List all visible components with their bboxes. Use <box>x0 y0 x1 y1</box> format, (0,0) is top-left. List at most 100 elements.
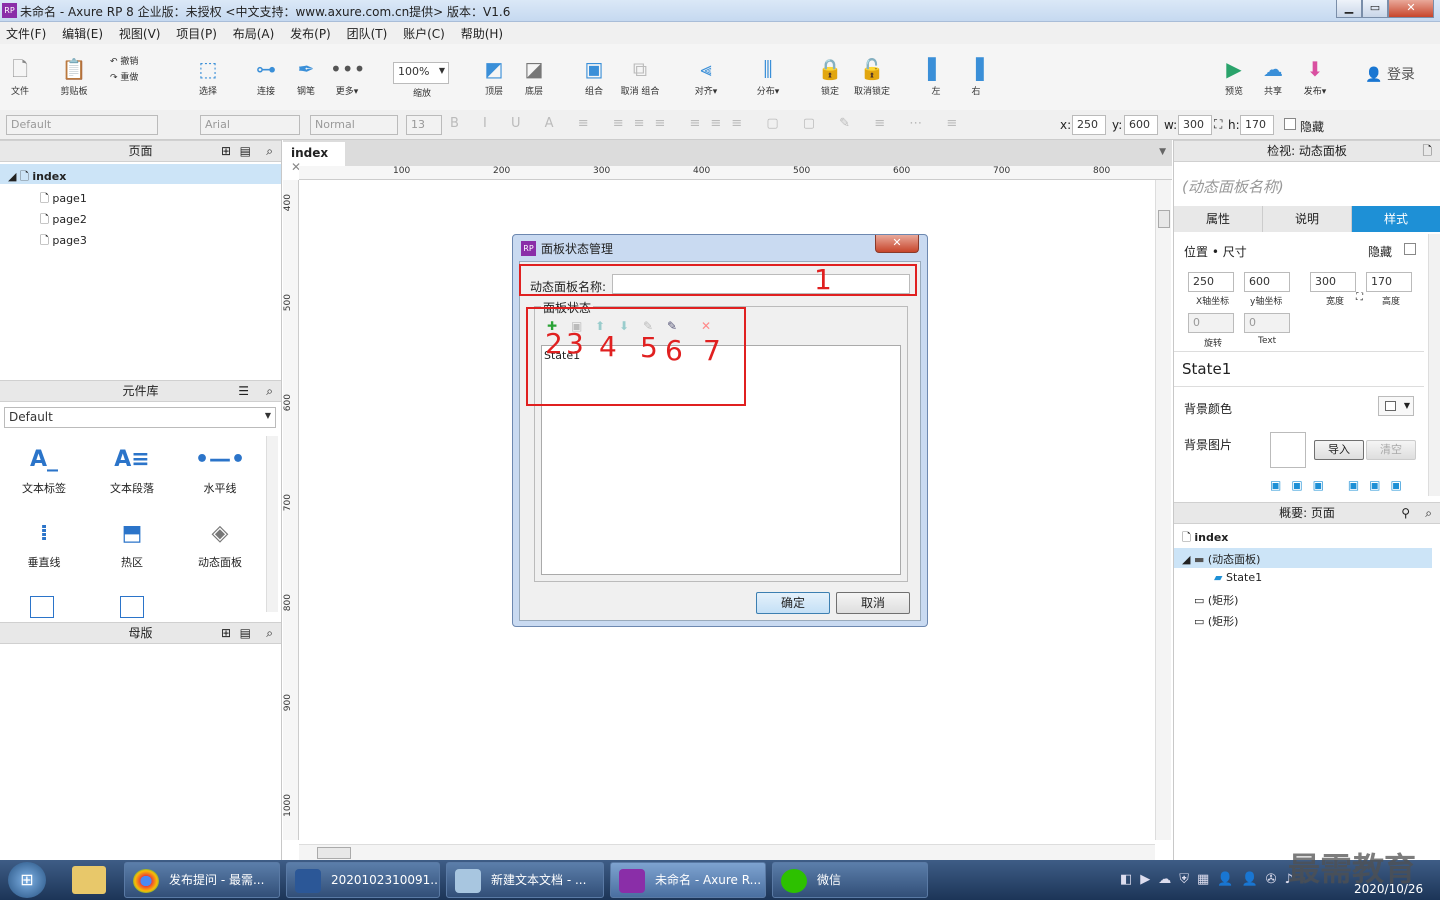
select-button[interactable]: ⬚ 选择 <box>178 56 238 97</box>
widget-label[interactable]: A_ 文本标签 <box>4 440 84 496</box>
cancel-button[interactable]: 取消 <box>836 592 910 614</box>
menu-icon[interactable]: ☰ <box>238 381 249 401</box>
outline-item[interactable]: ▰ State1 <box>1214 571 1262 584</box>
distribute-button[interactable]: ⫼ 分布▾ <box>750 56 786 97</box>
text-rotate-input[interactable]: 0 <box>1244 313 1290 333</box>
page-tree-item[interactable]: 🗋 page3 <box>40 232 87 251</box>
style-select[interactable]: Default <box>6 115 158 135</box>
undo-button[interactable]: ↶ 撤销 <box>110 54 150 67</box>
tab-properties[interactable]: 属性 <box>1174 206 1263 232</box>
w-input[interactable]: 300 <box>1310 272 1356 292</box>
file-explorer-icon[interactable] <box>72 866 106 894</box>
menu-help[interactable]: 帮助(H) <box>455 22 509 42</box>
widget-name-input[interactable]: (动态面板名称) <box>1182 176 1284 197</box>
search-icon[interactable]: ⌕ <box>266 623 273 643</box>
hidden-checkbox[interactable] <box>1404 243 1416 255</box>
library-scrollbar[interactable] <box>266 436 278 612</box>
lock-button[interactable]: 🔒 锁定 <box>814 56 846 97</box>
zoom-select[interactable]: 100% ▼ <box>393 62 449 84</box>
menu-file[interactable]: 文件(F) <box>0 22 52 42</box>
w-input[interactable]: 300 <box>1178 115 1212 135</box>
canvas-vscrollbar[interactable] <box>1155 180 1171 840</box>
tab-dropdown-icon[interactable]: ▼ <box>1159 147 1166 157</box>
maximize-button[interactable]: ▭ <box>1362 0 1388 18</box>
y-input[interactable]: 600 <box>1244 272 1290 292</box>
filter-icon[interactable]: ⚲ <box>1401 503 1410 523</box>
group-button[interactable]: ▣ 组合 <box>578 56 610 97</box>
widget-grid-icon[interactable] <box>120 596 144 618</box>
h-input[interactable]: 170 <box>1240 115 1274 135</box>
image-align-buttons[interactable]: ▣▣▣ ▣▣▣ <box>1270 478 1420 496</box>
preview-button[interactable]: ▶ 预览 <box>1220 56 1248 97</box>
taskbar-notepad[interactable]: 新建文本文档 - ... <box>446 862 604 898</box>
lock-ratio-icon[interactable]: ⛶ <box>1356 292 1363 303</box>
page-tree-item[interactable]: 🗋 page2 <box>40 211 87 230</box>
canvas-hscrollbar[interactable] <box>299 844 1155 860</box>
search-icon[interactable]: ⌕ <box>266 141 273 161</box>
login-button[interactable]: 👤 登录 <box>1362 64 1418 84</box>
taskbar-wechat[interactable]: 微信 <box>772 862 928 898</box>
pen-button[interactable]: ✒ 钢笔 <box>290 56 322 97</box>
widget-vline[interactable]: ⁞ 垂直线 <box>4 514 84 570</box>
menu-view[interactable]: 视图(V) <box>113 22 167 42</box>
menu-account[interactable]: 账户(C) <box>397 22 451 42</box>
connect-button[interactable]: ⊶ 连接 <box>250 56 282 97</box>
align-button[interactable]: ⫷ 对齐▾ <box>688 56 724 97</box>
scroll-thumb[interactable] <box>1158 210 1170 228</box>
rotate-input[interactable]: 0 <box>1188 313 1234 333</box>
widget-hline[interactable]: •—• 水平线 <box>180 440 260 496</box>
left-panel-toggle[interactable]: ▌ 左 <box>922 56 950 97</box>
tab-style[interactable]: 样式 <box>1352 206 1440 232</box>
outline-item[interactable]: ▭ (矩形) <box>1194 613 1238 629</box>
library-select[interactable]: Default ▼ <box>4 407 276 428</box>
hidden-checkbox[interactable] <box>1284 118 1296 130</box>
page-tree-item[interactable]: 🗋 page1 <box>40 190 87 209</box>
widget-paragraph[interactable]: A≡ 文本段落 <box>92 440 172 496</box>
close-button[interactable]: ✕ <box>1388 0 1434 18</box>
taskbar-chrome[interactable]: 发布提问 - 最需... <box>124 862 280 898</box>
search-icon[interactable]: ⌕ <box>1425 503 1432 523</box>
add-page-icon[interactable]: ⊞ <box>221 141 231 161</box>
widget-table-icon[interactable] <box>30 596 54 618</box>
widget-dynamic-panel[interactable]: ◈ 动态面板 <box>180 514 260 570</box>
ungroup-button[interactable]: ⧉ 取消 组合 <box>618 56 662 97</box>
import-button[interactable]: 导入 <box>1314 440 1364 460</box>
bring-top-button[interactable]: ◩ 顶层 <box>478 56 510 97</box>
y-input[interactable]: 600 <box>1124 115 1158 135</box>
add-master-icon[interactable]: ⊞ <box>221 623 231 643</box>
start-button[interactable]: ⊞ <box>8 862 46 898</box>
widget-hotspot[interactable]: ⬒ 热区 <box>92 514 172 570</box>
menu-edit[interactable]: 编辑(E) <box>56 22 109 42</box>
unlock-button[interactable]: 🔓 取消锁定 <box>852 56 892 97</box>
outline-item[interactable]: ▭ (矩形) <box>1194 592 1238 608</box>
notes-icon[interactable]: 🗋 <box>1422 141 1432 161</box>
menu-layout[interactable]: 布局(A) <box>227 22 281 42</box>
file-button[interactable]: 🗋 文件 <box>6 56 34 97</box>
font-select[interactable]: Arial <box>200 115 300 135</box>
more-button[interactable]: ••• 更多▾ <box>330 56 365 97</box>
inspector-scrollbar[interactable] <box>1428 234 1440 496</box>
clipboard-button[interactable]: 📋 剪贴板 <box>56 56 92 97</box>
tab-index[interactable]: index ✕ <box>283 142 345 174</box>
menu-team[interactable]: 团队(T) <box>341 22 394 42</box>
minimize-button[interactable]: ▁ <box>1336 0 1362 18</box>
tab-notes[interactable]: 说明 <box>1263 206 1352 232</box>
weight-select[interactable]: Normal <box>310 115 398 135</box>
scroll-thumb[interactable] <box>317 847 351 859</box>
clear-button[interactable]: 清空 <box>1366 440 1416 460</box>
format-buttons[interactable]: B I U A ≡ ≡≡≡ ≡≡≡ ▢ ▢ ✎ ≡ ⋯ ≡ <box>450 116 1040 134</box>
send-bottom-button[interactable]: ◪ 底层 <box>518 56 550 97</box>
right-panel-toggle[interactable]: ▐ 右 <box>962 56 990 97</box>
ok-button[interactable]: 确定 <box>756 592 830 614</box>
taskbar-word[interactable]: 2020102310091... <box>286 862 440 898</box>
font-size-select[interactable]: 13 <box>406 115 442 135</box>
dialog-close-button[interactable]: ✕ <box>875 235 919 253</box>
taskbar-axure[interactable]: 未命名 - Axure R... <box>610 862 766 898</box>
search-icon[interactable]: ⌕ <box>266 381 273 401</box>
bg-color-picker[interactable]: ▼ <box>1378 396 1414 416</box>
page-tree-item[interactable]: ◢ 🗋 index <box>0 164 281 184</box>
share-button[interactable]: ☁ 共享 <box>1258 56 1288 97</box>
lock-ratio-icon[interactable]: ⛶ <box>1214 117 1222 132</box>
add-folder-icon[interactable]: ▤ <box>240 623 251 643</box>
menu-publish[interactable]: 发布(P) <box>284 22 337 42</box>
